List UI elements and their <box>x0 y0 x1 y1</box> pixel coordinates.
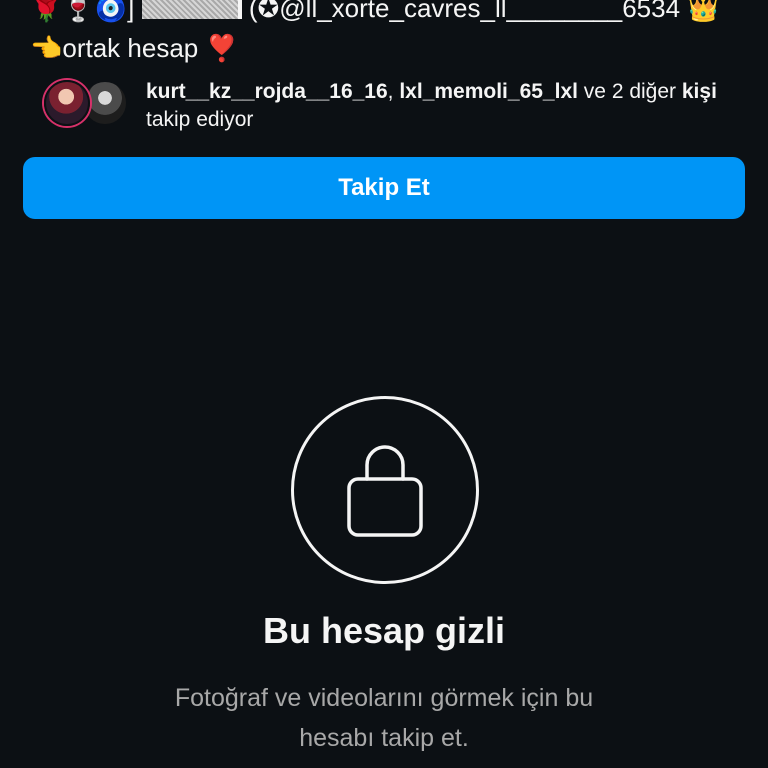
bio-bracket: ] <box>127 0 135 23</box>
bio-line-1: 🌹🍷🧿] (✪@ll_xorte_cavres_ll________6534 👑 <box>30 0 768 28</box>
mutual-followers[interactable]: kurt__kz__rojda__16_16, lxl_memoli_65_lx… <box>44 78 744 132</box>
private-account-badge <box>291 396 479 584</box>
followers-middle-text: ve 2 diğer <box>577 80 682 103</box>
avatar <box>44 80 90 126</box>
private-account-title: Bu hesap gizli <box>262 610 506 651</box>
pointing-hand-emoji: 👈 <box>30 34 63 64</box>
crown-emoji: 👑 <box>687 0 720 24</box>
bio-line-2: 👈ortak hesap ❣️ <box>30 28 768 68</box>
followers-others-count[interactable]: kişi <box>682 80 717 103</box>
follow-button[interactable]: Takip Et <box>23 157 745 219</box>
bio-text: ortak hesap <box>62 33 199 63</box>
profile-bio: 🌹🍷🧿] (✪@ll_xorte_cavres_ll________6534 👑… <box>30 0 768 68</box>
private-account-subtitle: Fotoğraf ve videolarını görmek için bu h… <box>174 684 594 752</box>
follower-username-2[interactable]: lxl_memoli_65_lxl <box>399 80 578 103</box>
follower-username-1[interactable]: kurt__kz__rojda__16_16 <box>146 80 388 103</box>
heart-emoji: ❣️ <box>205 34 238 64</box>
followers-separator: , <box>387 80 400 103</box>
redacted-text-block <box>141 0 242 19</box>
lock-icon <box>347 445 423 537</box>
followers-suffix-text: takip ediyor <box>146 108 254 131</box>
mutual-followers-text: kurt__kz__rojda__16_16, lxl_memoli_65_lx… <box>146 78 746 134</box>
bio-emoji-group: 🌹🍷🧿 <box>30 0 128 24</box>
bio-linked-handle[interactable]: (✪@ll_xorte_cavres_ll________6534 <box>249 0 680 23</box>
